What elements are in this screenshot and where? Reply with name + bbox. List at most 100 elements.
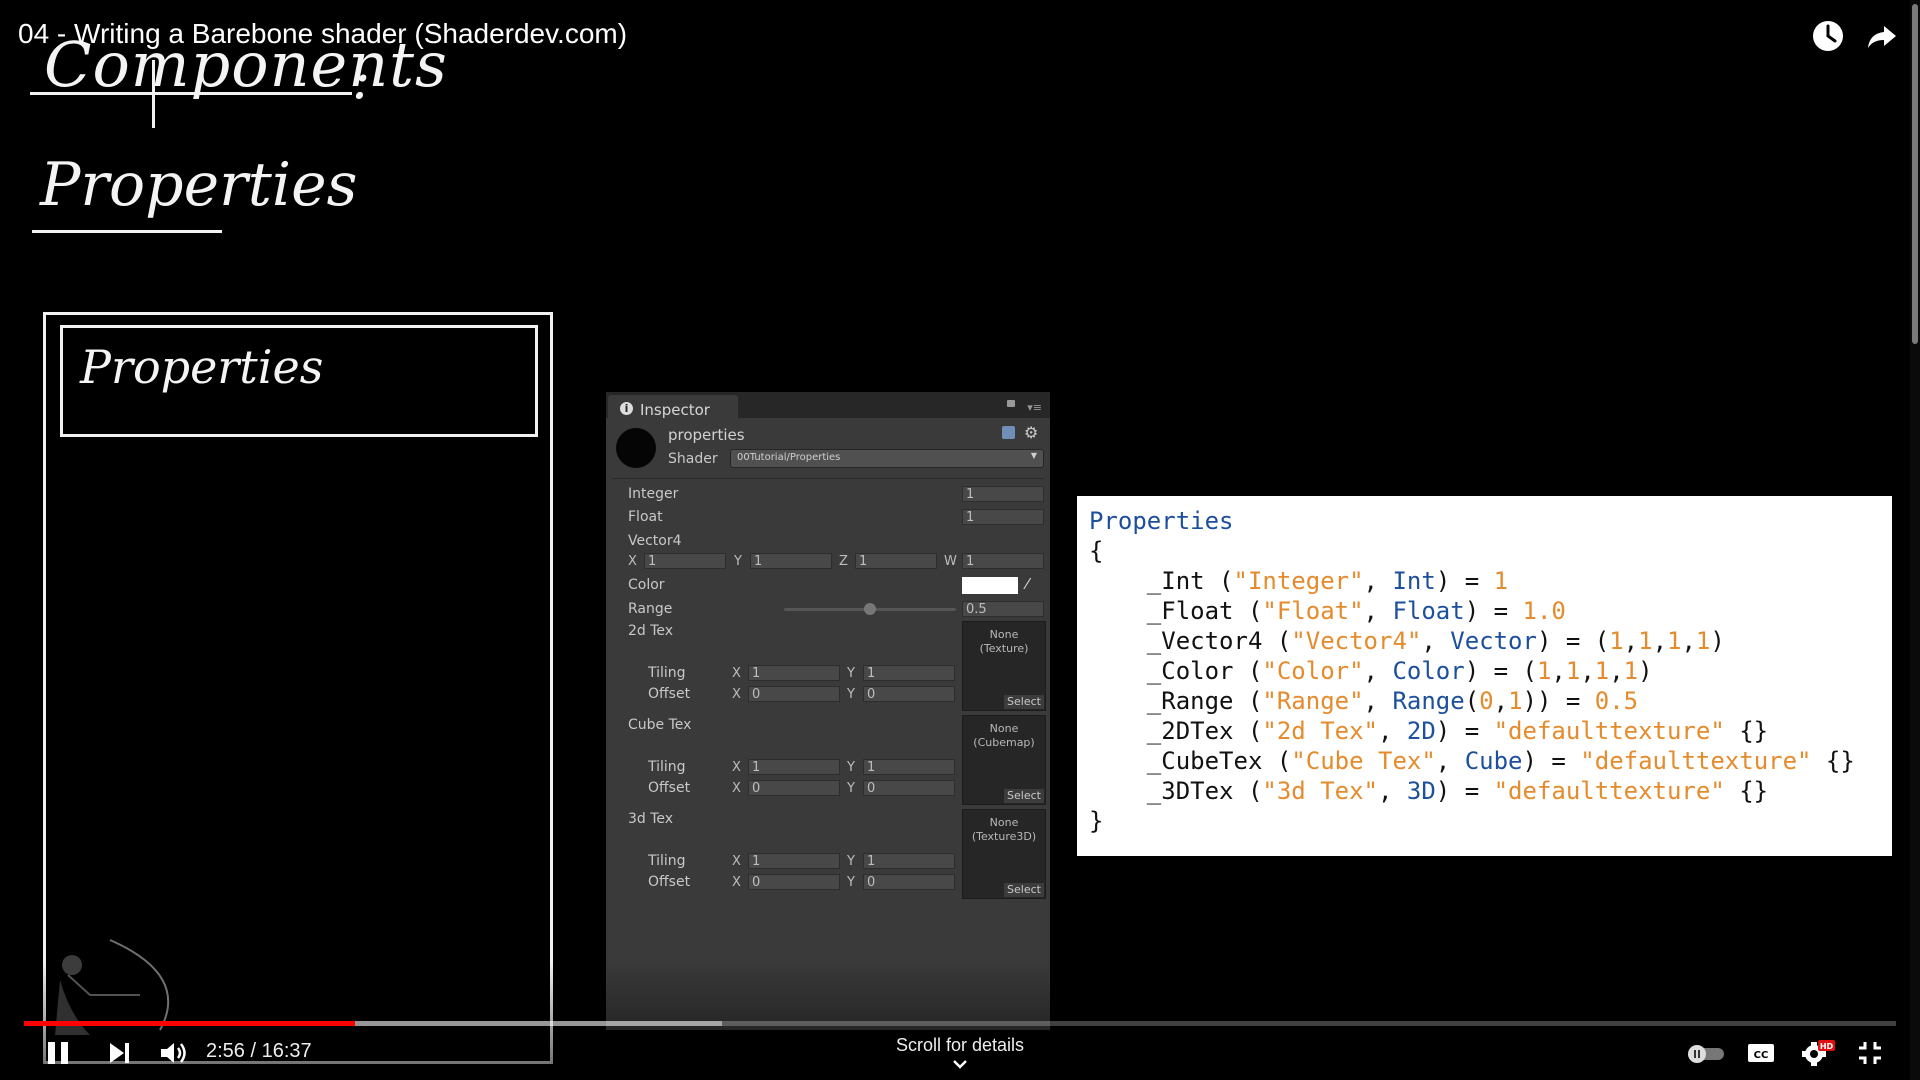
cubetex-offset-y[interactable]: 0	[863, 780, 955, 796]
video-title[interactable]: 04 - Writing a Barebone shader (Shaderde…	[18, 18, 627, 50]
share-icon[interactable]	[1862, 16, 1902, 56]
code-line: _Float ("Float", Float) = 1.0	[1089, 597, 1566, 625]
tex2d-offset-y[interactable]: 0	[863, 686, 955, 702]
tex3d-label: 3d Tex	[628, 811, 674, 827]
code-snippet-box: Properties { _Int ("Integer", Int) = 1 _…	[1077, 496, 1892, 856]
tex2d-offset-x[interactable]: 0	[748, 686, 840, 702]
code-line: _Vector4 ("Vector4", Vector) = (1,1,1,1)	[1089, 627, 1725, 655]
code-token: 0	[1479, 687, 1494, 715]
inspector-panel: i Inspector ▾≡ properties ⚙ Shader 00Tut…	[606, 392, 1050, 1030]
code-token: _Float (	[1089, 597, 1263, 625]
vector4-x-field[interactable]: 1	[644, 553, 726, 569]
eyedropper-icon[interactable]: ⁄	[1026, 575, 1029, 593]
next-icon[interactable]	[106, 1039, 134, 1072]
code-line: _3DTex ("3d Tex", 3D) = "defaulttexture"…	[1089, 777, 1768, 805]
tex3d-tiling-y[interactable]: 1	[863, 853, 955, 869]
cubetex-slot[interactable]: None (Cubemap) Select	[962, 715, 1046, 805]
autoplay-toggle-icon[interactable]	[1684, 1041, 1728, 1070]
code-token: 1.0	[1522, 597, 1566, 625]
tex3d-offset-label: Offset	[648, 874, 691, 890]
tex3d-select-button[interactable]: Select	[1004, 883, 1044, 897]
vector4-label: Vector4	[628, 533, 682, 549]
pause-icon[interactable]	[44, 1039, 72, 1072]
code-token: ) =	[1435, 717, 1494, 745]
code-token: {}	[1811, 747, 1855, 775]
cubetex-tiling-x[interactable]: 1	[748, 759, 840, 775]
code-token: ,	[1493, 687, 1509, 715]
code-line: {	[1089, 537, 1103, 565]
code-line: }	[1089, 807, 1103, 835]
code-token: "Integer"	[1233, 567, 1364, 595]
float-label: Float	[628, 509, 663, 525]
tab-inspector-label: Inspector	[640, 401, 710, 419]
tex3d-offset-y-label: Y	[847, 875, 855, 890]
cubetex-slot-none: None	[989, 722, 1019, 735]
panel-menu-icon[interactable]: ▾≡	[1027, 401, 1042, 414]
code-line: _2DTex ("2d Tex", 2D) = "defaulttexture"…	[1089, 717, 1768, 745]
cubetex-label: Cube Tex	[628, 717, 692, 733]
code-token: 0.5	[1594, 687, 1639, 715]
shader-dropdown[interactable]: 00Tutorial/Properties ▼	[730, 449, 1044, 468]
integer-field[interactable]: 1	[962, 486, 1044, 502]
tex3d-offset-x[interactable]: 0	[748, 874, 840, 890]
tex2d-tiling-y[interactable]: 1	[863, 665, 955, 681]
range-slider-thumb[interactable]	[864, 603, 876, 615]
code-token: }	[1089, 807, 1104, 835]
exit-fullscreen-icon[interactable]	[1856, 1039, 1884, 1072]
tex3d-tiling-label: Tiling	[648, 853, 686, 869]
tex2d-tiling-x[interactable]: 1	[748, 665, 840, 681]
tex3d-slot-type: (Texture3D)	[971, 830, 1037, 843]
material-name: properties	[668, 426, 745, 444]
progress-played[interactable]	[24, 1021, 355, 1026]
code-token: Vector	[1450, 627, 1537, 655]
tex2d-slot[interactable]: None (Texture) Select	[962, 621, 1046, 711]
code-token: {	[1089, 537, 1104, 565]
float-field[interactable]: 1	[962, 509, 1044, 525]
code-token: ) = (	[1536, 627, 1610, 655]
tex2d-select-button[interactable]: Select	[1004, 695, 1044, 709]
range-field[interactable]: 0.5	[962, 601, 1044, 617]
tab-inspector[interactable]: i Inspector	[608, 395, 738, 419]
code-token: _Vector4 (	[1089, 627, 1292, 655]
cubetex-offset-x[interactable]: 0	[748, 780, 840, 796]
help-icon[interactable]	[1002, 426, 1015, 439]
color-swatch[interactable]	[962, 577, 1018, 594]
tex2d-slot-none: None	[989, 628, 1019, 641]
captions-icon[interactable]: CC	[1746, 1040, 1776, 1071]
scroll-hint[interactable]: Scroll for details	[860, 1035, 1060, 1056]
vector4-z-field[interactable]: 1	[855, 553, 937, 569]
code-token: "2d Tex"	[1262, 717, 1378, 745]
archer-logo	[55, 939, 170, 1035]
code-token: ,	[1551, 657, 1566, 685]
code-token: Int	[1392, 567, 1436, 595]
cubetex-tiling-y[interactable]: 1	[863, 759, 955, 775]
tex3d-offset-y[interactable]: 0	[863, 874, 955, 890]
tex3d-slot[interactable]: None (Texture3D) Select	[962, 809, 1046, 899]
code-token: ) = (	[1464, 657, 1537, 685]
shader-dropdown-value: 00Tutorial/Properties	[737, 452, 841, 463]
chevron-down-icon[interactable]	[950, 1058, 970, 1076]
material-preview-icon	[616, 428, 656, 468]
code-token: ,	[1377, 717, 1407, 745]
vector4-y-field[interactable]: 1	[750, 553, 832, 569]
divider	[612, 478, 1044, 479]
tex3d-offset-x-label: X	[732, 875, 741, 890]
cubetex-select-button[interactable]: Select	[1004, 789, 1044, 803]
scrollbar-thumb[interactable]	[1912, 4, 1918, 344]
code-token: _2DTex (	[1089, 717, 1263, 745]
vector4-y-label: Y	[734, 554, 742, 569]
vector4-w-field[interactable]: 1	[962, 553, 1044, 569]
watch-later-icon[interactable]	[1808, 16, 1848, 56]
settings-icon[interactable]: HD	[1800, 1038, 1836, 1073]
volume-icon[interactable]	[158, 1039, 188, 1072]
tex3d-tiling-x[interactable]: 1	[748, 853, 840, 869]
tex3d-tiling-x-label: X	[732, 854, 741, 869]
gear-icon[interactable]: ⚙	[1024, 423, 1038, 442]
lock-icon[interactable]	[1007, 400, 1015, 407]
chevron-down-icon: ▼	[1030, 451, 1037, 460]
vector4-x-label: X	[628, 554, 637, 569]
range-label: Range	[628, 601, 673, 617]
code-token: ) =	[1435, 777, 1494, 805]
code-token: ,	[1421, 627, 1451, 655]
code-token: 1	[1536, 657, 1552, 685]
